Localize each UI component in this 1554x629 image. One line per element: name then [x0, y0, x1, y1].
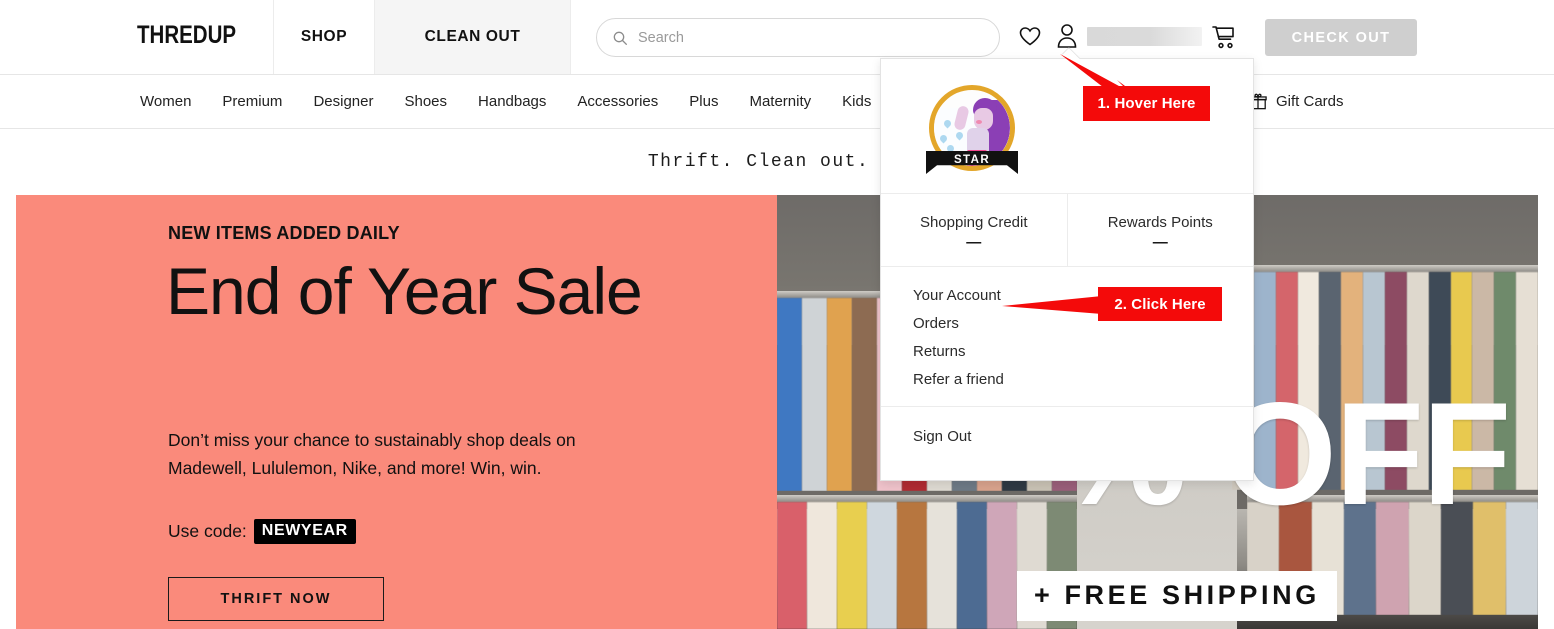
hero-eyebrow: NEW ITEMS ADDED DAILY [168, 223, 400, 243]
dropdown-divider-signout [881, 406, 1253, 407]
category-nav-items: Women Premium Designer Shoes Handbags Ac… [140, 75, 871, 128]
nav-item-premium[interactable]: Premium [222, 93, 282, 110]
dropdown-stats: Shopping Credit — Rewards Points — [881, 194, 1253, 266]
menu-item-refer-a-friend[interactable]: Refer a friend [881, 365, 1253, 393]
nav-item-gift-cards[interactable]: Gift Cards [1249, 75, 1344, 128]
menu-item-sign-out-label: Sign Out [913, 427, 972, 445]
person-icon[interactable] [1056, 23, 1078, 49]
stat-rewards-points-label: Rewards Points [1107, 214, 1213, 231]
menu-item-sign-out[interactable]: Sign Out [881, 422, 1253, 450]
stat-shopping-credit[interactable]: Shopping Credit — [881, 194, 1068, 266]
menu-item-your-account-label: Your Account [913, 286, 1001, 304]
stat-shopping-credit-value: — [966, 234, 982, 251]
category-nav: Women Premium Designer Shoes Handbags Ac… [0, 75, 1554, 129]
avatar: STAR [926, 85, 1023, 179]
gift-cards-label: Gift Cards [1276, 93, 1344, 110]
username-redacted [1087, 27, 1202, 46]
hero-banner: NEW ITEMS ADDED DAILY End of Year Sale D… [16, 195, 1538, 629]
stat-rewards-points-value: — [1152, 234, 1168, 251]
hero-promo-panel: NEW ITEMS ADDED DAILY End of Year Sale D… [16, 195, 777, 629]
tab-clean-out-label: CLEAN OUT [424, 28, 521, 45]
thredup-logo[interactable]: THREDUP [137, 21, 236, 50]
check-out-button[interactable]: CHECK OUT [1265, 19, 1417, 56]
tab-shop-label: SHOP [300, 28, 348, 45]
account-dropdown: STAR Shopping Credit — Rewards Points — … [880, 46, 1254, 481]
thrift-now-button[interactable]: THRIFT NOW [168, 577, 384, 621]
site-header: THREDUP SHOP CLEAN OUT Search CHECK OUT [0, 0, 1554, 75]
search-input[interactable]: Search [596, 18, 1000, 57]
nav-item-accessories[interactable]: Accessories [577, 93, 658, 110]
hero-body-text: Don’t miss your chance to sustainably sh… [168, 430, 576, 478]
cart-icon[interactable] [1211, 24, 1237, 50]
nav-item-shoes[interactable]: Shoes [404, 93, 447, 110]
stat-rewards-points[interactable]: Rewards Points — [1068, 194, 1254, 266]
menu-item-refer-a-friend-label: Refer a friend [913, 370, 1004, 388]
search-placeholder: Search [638, 29, 684, 46]
menu-item-returns[interactable]: Returns [881, 337, 1253, 365]
search-icon [613, 31, 627, 45]
hero-photo-subline: + FREE SHIPPING [1017, 571, 1337, 621]
promo-code-line: Use code: NEWYEAR [168, 519, 356, 544]
annotation-step-2: 2. Click Here [1098, 287, 1222, 321]
heart-icon[interactable] [1018, 24, 1042, 48]
nav-item-plus[interactable]: Plus [689, 93, 718, 110]
annotation-step-1: 1. Hover Here [1083, 86, 1210, 121]
menu-item-returns-label: Returns [913, 342, 966, 360]
promo-code-prefix: Use code: [168, 521, 247, 541]
promo-code-badge: NEWYEAR [253, 519, 356, 544]
stat-shopping-credit-label: Shopping Credit [919, 214, 1028, 231]
tab-clean-out[interactable]: CLEAN OUT [375, 0, 571, 74]
tagline: Thrift. Clean out. Do [0, 129, 1554, 195]
nav-item-handbags[interactable]: Handbags [478, 93, 546, 110]
tab-shop[interactable]: SHOP [273, 0, 375, 74]
nav-item-maternity[interactable]: Maternity [749, 93, 811, 110]
click-here-arrow [1002, 296, 1102, 314]
nav-item-kids[interactable]: Kids [842, 93, 871, 110]
page-root: THREDUP SHOP CLEAN OUT Search CHECK OUT … [0, 0, 1554, 629]
nav-item-designer[interactable]: Designer [313, 93, 373, 110]
menu-item-orders-label: Orders [913, 314, 959, 332]
logo-text: THREDUP [137, 21, 237, 49]
hero-title: End of Year Sale [166, 254, 643, 328]
nav-item-women[interactable]: Women [140, 93, 191, 110]
